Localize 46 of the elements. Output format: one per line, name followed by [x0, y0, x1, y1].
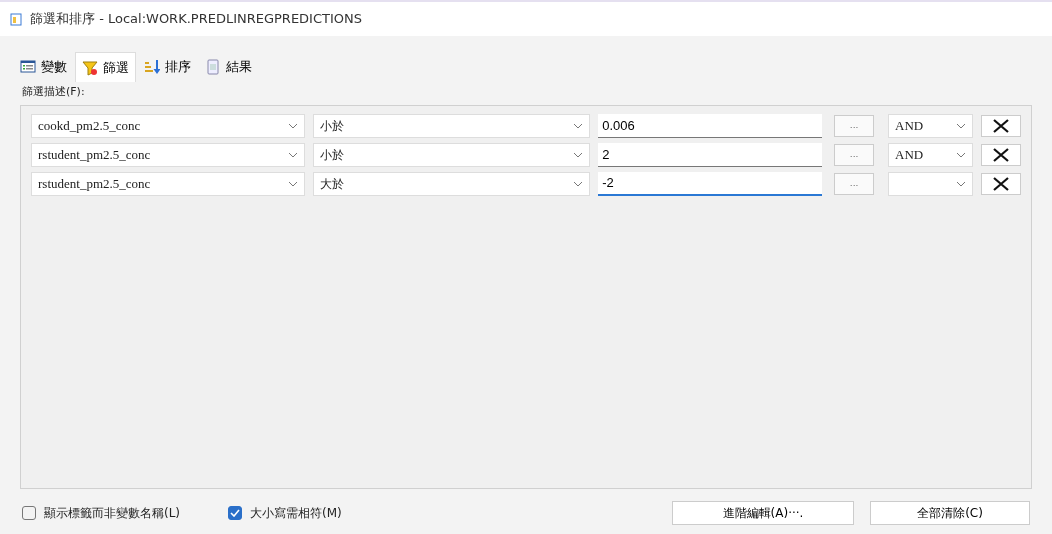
- tab[interactable]: 篩選: [75, 52, 136, 82]
- funnel-icon: [82, 59, 98, 76]
- sort-icon: [144, 59, 160, 75]
- document-icon: [205, 59, 221, 75]
- tab[interactable]: 結果: [199, 52, 258, 82]
- connector-dropdown[interactable]: AND: [888, 113, 974, 138]
- close-button[interactable]: [981, 114, 1021, 137]
- chevron-down-icon: [956, 151, 967, 158]
- chevron-down-icon: [287, 151, 298, 158]
- variables-list-icon: [20, 59, 36, 75]
- operator-dropdown[interactable]: 大於: [312, 171, 591, 196]
- checkbox[interactable]: [228, 505, 243, 520]
- close-button[interactable]: [981, 172, 1021, 195]
- close-icon: [993, 176, 1010, 191]
- value-field[interactable]: 2: [598, 142, 823, 167]
- variable-dropdown[interactable]: cookd_pm2.5_conc: [31, 113, 305, 138]
- close-button[interactable]: [981, 143, 1021, 166]
- chevron-down-icon: [287, 180, 298, 187]
- close-icon: [993, 147, 1010, 162]
- operator-dropdown[interactable]: 小於: [312, 113, 591, 138]
- operator-dropdown[interactable]: 小於: [312, 142, 591, 167]
- variable-dropdown[interactable]: rstudent_pm2.5_conc: [31, 171, 305, 196]
- checkbox-label: 顯示標籤而非變數名稱(L): [44, 504, 181, 522]
- ellipsis-button[interactable]: ...: [834, 172, 874, 195]
- checkbox[interactable]: [22, 505, 36, 520]
- clear-all-button[interactable]: 全部清除(C): [870, 500, 1030, 525]
- chevron-down-icon: [573, 180, 584, 187]
- window-title: 篩選和排序 - Local:WORK.PREDLINREGPREDICTIONS: [30, 10, 362, 29]
- chevron-down-icon: [573, 122, 584, 129]
- variable-dropdown[interactable]: rstudent_pm2.5_conc: [31, 142, 305, 167]
- chevron-down-icon: [287, 122, 298, 129]
- value-field[interactable]: -2: [598, 171, 823, 196]
- tab[interactable]: 排序: [138, 52, 197, 82]
- filter-description-label: 篩選描述(F):: [21, 84, 86, 100]
- ellipsis-button[interactable]: ...: [834, 143, 874, 166]
- chevron-down-icon: [573, 151, 584, 158]
- value-field[interactable]: 0.006: [598, 113, 823, 138]
- chevron-down-icon: [956, 180, 967, 187]
- chevron-down-icon: [956, 122, 967, 129]
- window-app-icon: [10, 12, 22, 26]
- close-icon: [993, 118, 1010, 133]
- connector-dropdown[interactable]: AND: [888, 142, 974, 167]
- ellipsis-button[interactable]: ...: [834, 114, 874, 137]
- tab[interactable]: 變數: [14, 52, 73, 82]
- checkbox-label: 大小寫需相符(M): [250, 504, 342, 522]
- advanced-edit-button[interactable]: 進階編輯(A)···.: [672, 500, 854, 525]
